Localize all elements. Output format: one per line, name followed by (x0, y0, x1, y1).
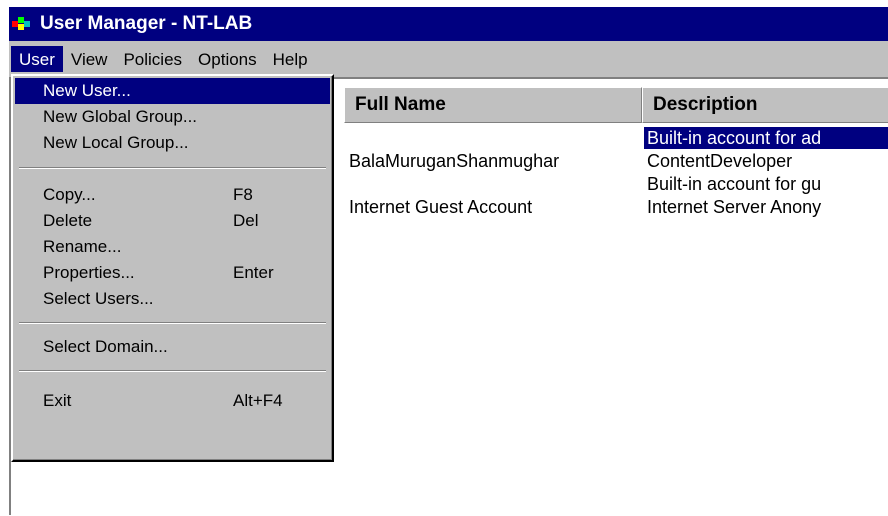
menu-item-delete[interactable]: Delete Del (15, 208, 330, 234)
menu-item-label: Exit (43, 391, 72, 410)
description-cell: ContentDeveloper (647, 151, 793, 171)
menu-item-label: New User... (43, 81, 131, 100)
user-manager-window: User Manager - NT-LAB User View Policies… (8, 6, 888, 515)
full-name-cell: Internet Guest Account (349, 197, 533, 217)
menu-bar: User View Policies Options Help (9, 44, 888, 74)
menu-options[interactable]: Options (190, 46, 265, 72)
menu-item-properties[interactable]: Properties... Enter (15, 260, 330, 286)
menu-item-label: Copy... (43, 185, 96, 204)
menu-item-shortcut: Enter (233, 263, 274, 282)
menu-item-label: New Local Group... (43, 133, 189, 152)
menu-separator (19, 370, 326, 372)
menu-view[interactable]: View (63, 46, 116, 72)
description-cell: Built-in account for ad (644, 127, 888, 149)
menu-user[interactable]: User (11, 46, 63, 72)
column-header-full-name[interactable]: Full Name (344, 87, 642, 123)
menu-separator (19, 322, 326, 324)
menu-item-label: Properties... (43, 263, 135, 282)
menu-item-select-domain[interactable]: Select Domain... (15, 334, 330, 360)
menu-item-new-user[interactable]: New User... (15, 78, 330, 104)
menu-item-exit[interactable]: Exit Alt+F4 (15, 388, 330, 414)
title-bar[interactable]: User Manager - NT-LAB (9, 7, 888, 41)
menu-item-rename[interactable]: Rename... (15, 234, 330, 260)
menu-item-label: Select Domain... (43, 337, 168, 356)
window-title: User Manager - NT-LAB (40, 13, 253, 34)
menu-policies[interactable]: Policies (115, 46, 190, 72)
menu-help[interactable]: Help (265, 46, 316, 72)
description-cell: Built-in account for gu (647, 174, 822, 194)
menu-item-label: New Global Group... (43, 107, 198, 126)
menu-item-label: Select Users... (43, 289, 154, 308)
user-menu-dropdown: New User... New Global Group... New Loca… (11, 74, 334, 462)
user-manager-icon (12, 17, 32, 31)
menu-item-copy[interactable]: Copy... F8 (15, 182, 330, 208)
menu-item-label: Delete (43, 211, 93, 230)
menu-item-shortcut: Alt+F4 (233, 391, 283, 410)
menu-item-shortcut: F8 (233, 185, 253, 204)
description-cell: Internet Server Anony (647, 197, 822, 217)
menu-item-shortcut: Del (233, 211, 259, 230)
column-header-description[interactable]: Description (642, 87, 888, 123)
menu-item-new-global-group[interactable]: New Global Group... (15, 104, 330, 130)
full-name-cell: BalaMuruganShanmughar (349, 151, 560, 171)
menu-item-label: Rename... (43, 237, 122, 256)
menu-separator (19, 167, 326, 169)
menu-item-select-users[interactable]: Select Users... (15, 286, 330, 312)
menu-item-new-local-group[interactable]: New Local Group... (15, 130, 330, 156)
